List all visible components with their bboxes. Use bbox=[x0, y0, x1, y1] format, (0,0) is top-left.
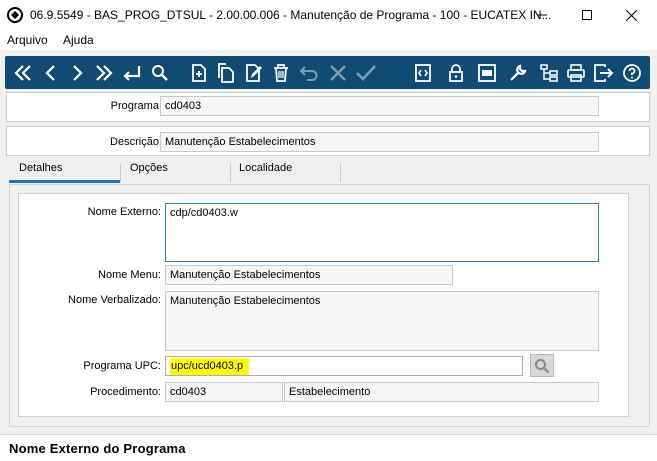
nome-menu-field[interactable]: Manutenção Estabelecimentos bbox=[165, 265, 453, 285]
tree-button[interactable] bbox=[536, 60, 561, 85]
zoom-icon bbox=[414, 63, 431, 82]
programa-upc-label: Programa UPC: bbox=[83, 360, 161, 372]
tools-button[interactable] bbox=[505, 60, 530, 85]
delete-button[interactable] bbox=[268, 60, 293, 85]
app-icon bbox=[7, 7, 23, 23]
cancel-icon bbox=[329, 64, 346, 81]
prev-record-button[interactable] bbox=[38, 60, 63, 85]
tools-icon bbox=[509, 64, 526, 81]
search-icon bbox=[151, 64, 168, 81]
nome-menu-label: Nome Menu: bbox=[98, 269, 161, 281]
nome-verbalizado-label: Nome Verbalizado: bbox=[68, 294, 161, 306]
tab-opcoes[interactable]: Opções bbox=[130, 162, 168, 184]
help-icon bbox=[622, 63, 641, 82]
last-record-button[interactable] bbox=[91, 60, 116, 85]
cancel-button[interactable] bbox=[325, 60, 350, 85]
programa-label: Programa: bbox=[110, 100, 162, 112]
procedimento-label: Procedimento: bbox=[90, 386, 161, 398]
tab-separator bbox=[340, 164, 341, 182]
print-button[interactable] bbox=[563, 60, 588, 85]
active-tab-indicator bbox=[9, 180, 120, 183]
undo-icon bbox=[299, 65, 317, 81]
programa-upc-value: upc/ucd0403.p bbox=[170, 358, 250, 375]
upc-search-button[interactable] bbox=[530, 354, 554, 377]
search-button[interactable] bbox=[147, 60, 172, 85]
procedimento-code-field[interactable]: cd0403 bbox=[165, 382, 283, 402]
app-window: 06.9.5549 - BAS_PROG_DTSUL - 2.00.00.006… bbox=[0, 0, 657, 461]
procedimento-desc-field[interactable]: Estabelecimento bbox=[284, 382, 599, 402]
tree-icon bbox=[539, 63, 558, 82]
menu-bar: Arquivo Ajuda bbox=[0, 30, 657, 50]
first-icon bbox=[13, 64, 31, 81]
copy-button[interactable] bbox=[213, 60, 238, 85]
prev-icon bbox=[44, 64, 55, 81]
close-icon bbox=[626, 9, 637, 21]
tab-separator bbox=[230, 164, 231, 182]
descricao-label: Descrição: bbox=[110, 136, 162, 148]
descricao-field[interactable]: Manutenção Estabelecimentos bbox=[160, 132, 599, 152]
exit-icon bbox=[593, 63, 613, 82]
search-icon bbox=[535, 358, 550, 373]
zoom-button[interactable] bbox=[410, 60, 435, 85]
edit-button[interactable] bbox=[241, 60, 266, 85]
next-icon bbox=[72, 64, 83, 81]
tab-separator bbox=[120, 164, 121, 182]
maximize-icon bbox=[581, 10, 592, 20]
menu-arquivo[interactable]: Arquivo bbox=[7, 33, 48, 47]
undo-button[interactable] bbox=[296, 60, 321, 85]
help-button[interactable] bbox=[619, 60, 644, 85]
programa-field[interactable]: cd0403 bbox=[160, 96, 599, 116]
pdf-icon bbox=[477, 63, 496, 82]
menu-ajuda[interactable]: Ajuda bbox=[63, 33, 94, 47]
programa-upc-field[interactable]: upc/ucd0403.p bbox=[165, 356, 523, 376]
lock-button[interactable] bbox=[443, 60, 468, 85]
status-bar: Nome Externo do Programa bbox=[0, 434, 657, 461]
confirm-button[interactable] bbox=[353, 60, 378, 85]
minimize-button[interactable] bbox=[519, 0, 564, 30]
nome-externo-field[interactable]: cdp/cd0403.w bbox=[165, 203, 599, 262]
confirm-icon bbox=[355, 64, 376, 81]
programa-panel: Programa: cd0403 bbox=[6, 92, 650, 122]
goto-icon bbox=[122, 65, 140, 81]
window-title: 06.9.5549 - BAS_PROG_DTSUL - 2.00.00.006… bbox=[30, 8, 552, 22]
tab-localidade[interactable]: Localidade bbox=[239, 162, 292, 184]
minimize-icon bbox=[536, 14, 547, 16]
print-icon bbox=[566, 63, 585, 82]
nome-verbalizado-field[interactable]: Manutenção Estabelecimentos bbox=[165, 291, 599, 351]
maximize-button[interactable] bbox=[564, 0, 609, 30]
copy-icon bbox=[217, 62, 234, 83]
last-icon bbox=[95, 64, 113, 81]
toolbar bbox=[5, 56, 650, 89]
edit-icon bbox=[245, 63, 262, 82]
exit-button[interactable] bbox=[591, 60, 616, 85]
add-button[interactable] bbox=[186, 60, 211, 85]
pdf-button[interactable] bbox=[474, 60, 499, 85]
first-record-button[interactable] bbox=[10, 60, 35, 85]
next-record-button[interactable] bbox=[64, 60, 89, 85]
lock-icon bbox=[448, 63, 463, 82]
descricao-panel: Descrição: Manutenção Estabelecimentos bbox=[6, 126, 650, 156]
nome-externo-label: Nome Externo: bbox=[87, 206, 161, 218]
goto-button[interactable] bbox=[118, 60, 143, 85]
add-icon bbox=[191, 63, 206, 82]
title-bar: 06.9.5549 - BAS_PROG_DTSUL - 2.00.00.006… bbox=[0, 0, 657, 30]
delete-icon bbox=[273, 63, 288, 82]
status-text: Nome Externo do Programa bbox=[9, 441, 186, 456]
close-button[interactable] bbox=[609, 0, 654, 30]
